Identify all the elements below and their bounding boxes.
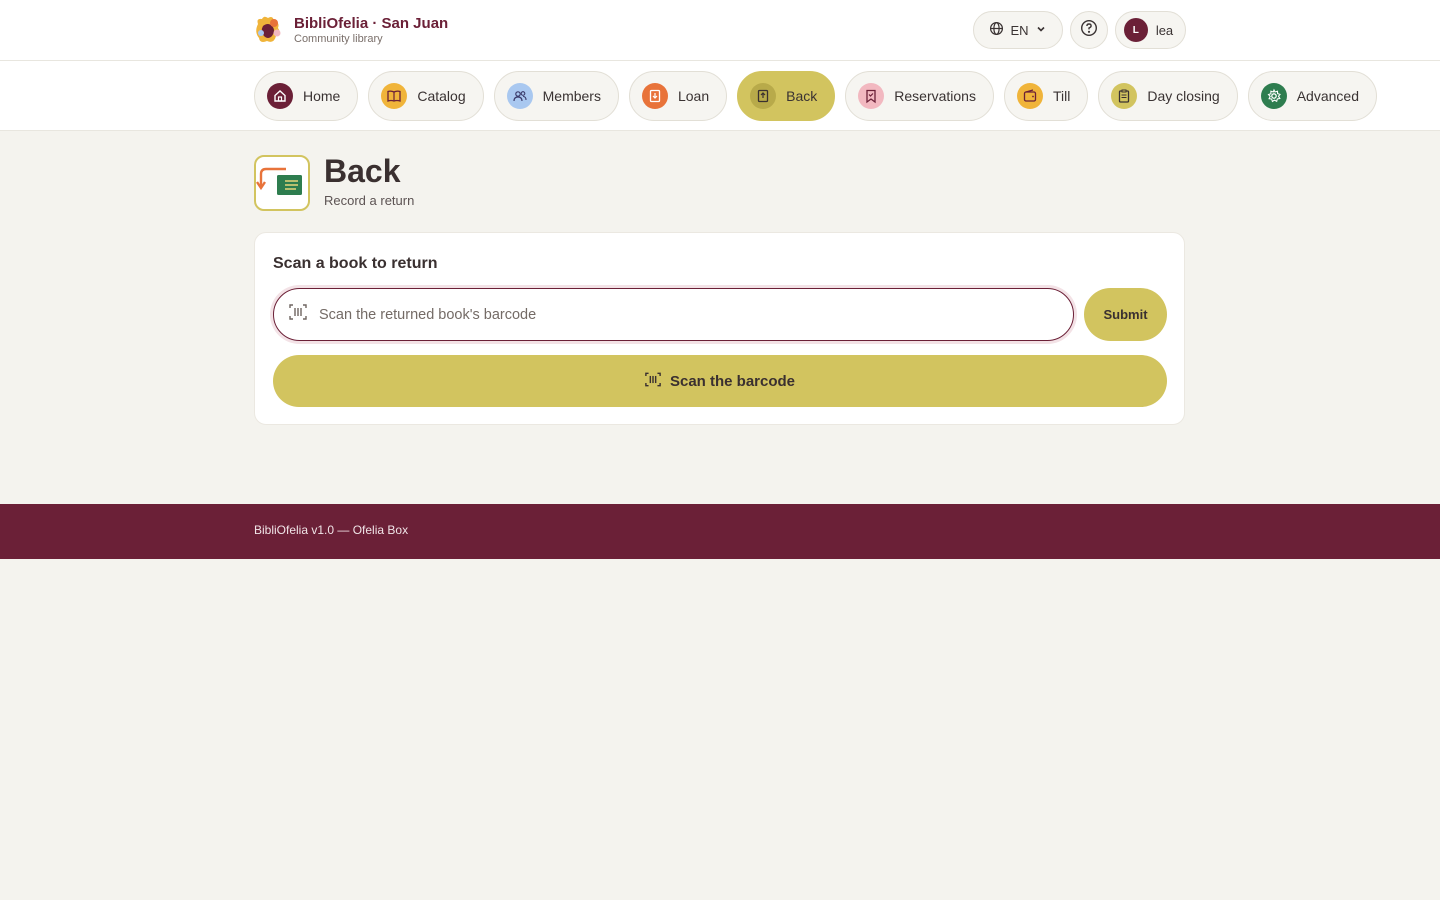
nav-item-label: Back	[786, 88, 818, 104]
nav-item-catalog[interactable]: Catalog	[368, 71, 484, 121]
page-title: Back	[324, 153, 401, 189]
submit-button[interactable]: Submit	[1084, 288, 1167, 341]
home-icon	[267, 83, 293, 109]
nav-item-label: Till	[1052, 88, 1071, 104]
help-button[interactable]	[1070, 11, 1108, 49]
return-icon	[254, 155, 310, 211]
nav-item-reservations[interactable]: Reservations	[845, 71, 994, 121]
wallet-icon	[1016, 83, 1043, 109]
nav-item-home[interactable]: Home	[254, 71, 359, 121]
scan-barcode-label: Scan the barcode	[669, 372, 796, 390]
nav-item-label: Reservations	[894, 88, 976, 104]
nav-item-label: Members	[542, 88, 601, 104]
page-subtitle: Record a return	[324, 193, 415, 208]
nav-item-loan[interactable]: Loan	[628, 71, 728, 121]
chevron-down-icon	[1035, 23, 1047, 38]
nav-item-label: Loan	[677, 88, 710, 104]
nav-item-label: Advanced	[1296, 88, 1359, 104]
barcode-input[interactable]	[319, 306, 1019, 323]
brand-subtitle: Community library	[294, 32, 383, 45]
gear-icon	[1260, 83, 1287, 109]
brand-title: BibliOfelia · San Juan	[294, 14, 449, 32]
nav-item-label: Catalog	[417, 88, 466, 104]
barcode-field[interactable]	[273, 288, 1074, 341]
barcode-icon	[289, 304, 307, 325]
page-header: Back Record a return	[254, 153, 415, 211]
loan-icon	[641, 83, 668, 109]
footer-text: BibliOfelia v1.0 — Ofelia Box	[254, 523, 409, 537]
brand[interactable]: BibliOfelia · San Juan Community library	[254, 14, 448, 46]
language-selector[interactable]: EN	[973, 11, 1063, 49]
nav-item-back[interactable]: Back	[737, 71, 836, 121]
nav-item-label: Home	[303, 88, 341, 104]
bookmark-icon	[858, 83, 885, 109]
return-icon	[750, 83, 777, 109]
nav-item-advanced[interactable]: Advanced	[1247, 71, 1377, 121]
nav-item-label: Day closing	[1147, 88, 1220, 104]
user-menu[interactable]: L lea	[1115, 11, 1186, 49]
footer: BibliOfelia v1.0 — Ofelia Box	[0, 504, 1440, 559]
main-nav: Home Catalog Members Loan Back Reservations Ti…	[0, 61, 1440, 131]
card-title: Scan a book to return	[273, 255, 438, 272]
nav-item-day-closing[interactable]: Day closing	[1098, 71, 1238, 121]
nav-item-members[interactable]: Members	[493, 71, 619, 121]
users-icon	[506, 83, 533, 109]
brand-logo	[254, 14, 284, 46]
book-icon	[381, 83, 408, 109]
user-name: lea	[1155, 22, 1174, 38]
language-code: EN	[1010, 22, 1029, 38]
avatar: L	[1123, 18, 1148, 42]
help-icon	[1080, 19, 1098, 42]
globe-icon	[989, 21, 1004, 39]
clipboard-icon	[1111, 83, 1138, 109]
top-bar: BibliOfelia · San Juan Community library…	[0, 0, 1440, 61]
scan-barcode-button[interactable]: Scan the barcode	[273, 355, 1167, 407]
barcode-icon	[645, 372, 661, 391]
return-card: Scan a book to return Submit Scan the ba…	[254, 232, 1185, 425]
nav-item-till[interactable]: Till	[1003, 71, 1089, 121]
